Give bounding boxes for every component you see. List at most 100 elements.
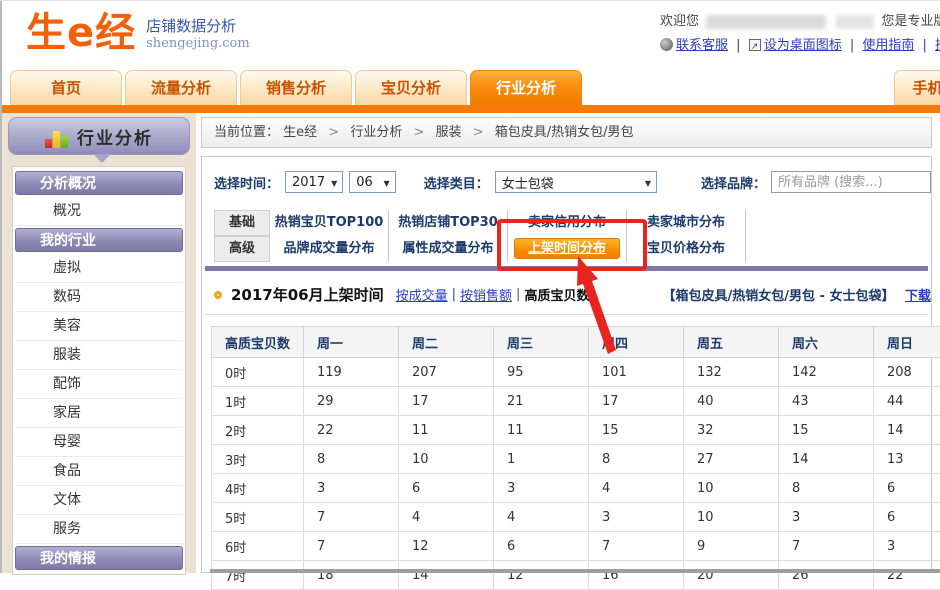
- sidebar-header: 行业分析: [8, 117, 190, 155]
- table-cell: 3: [779, 503, 874, 532]
- chevron-down-icon: [378, 175, 390, 190]
- table-cell: 40: [684, 387, 779, 416]
- table-header-cell: 周五: [684, 327, 779, 358]
- menu-item-seller-city[interactable]: 卖家城市分布: [627, 210, 746, 236]
- table-cell: 21: [494, 387, 589, 416]
- table-cell: 7: [779, 532, 874, 561]
- sidebar-item-culture-sports[interactable]: 文体: [15, 486, 183, 515]
- menu-label-basic: 基础: [214, 210, 270, 236]
- brand-search-input[interactable]: [771, 171, 931, 193]
- by-sales-link[interactable]: 按销售额: [460, 285, 512, 304]
- table-header-cell: 高质宝贝数: [212, 327, 304, 358]
- breadcrumb-separator: >: [473, 125, 484, 140]
- sidebar-item-home[interactable]: 家居: [15, 399, 183, 428]
- censored-username: [706, 15, 826, 29]
- table-cell: 7: [304, 503, 399, 532]
- table-cell: 14: [399, 561, 494, 590]
- guide-link[interactable]: 使用指南: [862, 38, 914, 53]
- menu-item-hot-shops-top30[interactable]: 热销店铺TOP30: [389, 210, 508, 236]
- table-cell: 7: [589, 532, 684, 561]
- tab-sales-analysis[interactable]: 销售分析: [240, 70, 352, 105]
- row-label: 5时: [212, 503, 304, 532]
- separator: |: [923, 38, 927, 53]
- breadcrumb-apparel[interactable]: 服装: [436, 125, 462, 140]
- tab-item-analysis[interactable]: 宝贝分析: [355, 70, 467, 105]
- sidebar-item-mother-baby[interactable]: 母婴: [15, 428, 183, 457]
- sidebar-item-services[interactable]: 服务: [15, 515, 183, 544]
- contact-service-link[interactable]: 联系客服: [676, 38, 728, 53]
- listing-time-active-button[interactable]: 上架时间分布: [514, 238, 620, 259]
- row-label: 3时: [212, 445, 304, 474]
- table-cell: 10: [684, 474, 779, 503]
- table-row: 1时 29 17 21 17 40 43 44: [212, 387, 940, 416]
- table-cell: 132: [684, 358, 779, 387]
- sidebar-section-my-industry[interactable]: 我的行业: [15, 228, 183, 252]
- sidebar-section-my-intel[interactable]: 我的情报: [15, 546, 183, 570]
- table-cell: 12: [494, 561, 589, 590]
- logo-subtitle-block: 店铺数据分析 shengejing.com: [146, 12, 250, 51]
- breadcrumb-separator: >: [414, 125, 425, 140]
- table-cell: 10: [684, 503, 779, 532]
- content-panel: 选择时间： 2017 06 选择类目： 女士包袋 选择品牌： 基础 热销宝贝TO…: [201, 156, 932, 573]
- sidebar-item-virtual[interactable]: 虚拟: [15, 254, 183, 283]
- tab-mobile-taobao[interactable]: 手机淘宝版: [894, 70, 940, 105]
- customer-service-icon: [660, 38, 673, 51]
- sidebar-section-overview[interactable]: 分析概况: [15, 171, 183, 195]
- menu-item-attribute-volume[interactable]: 属性成交量分布: [389, 236, 508, 262]
- table-cell: 101: [589, 358, 684, 387]
- sidebar-item-apparel[interactable]: 服装: [15, 341, 183, 370]
- table-cell: 8: [779, 474, 874, 503]
- welcome-bar: 欢迎您 您是专业版用户: [660, 12, 940, 32]
- category-filter-label: 选择类目：: [424, 173, 489, 192]
- table-cell: 27: [684, 445, 779, 474]
- table-row: 6时 7 12 6 7 9 7 3: [212, 532, 940, 561]
- table-cell: 207: [399, 358, 494, 387]
- menu-item-listing-time[interactable]: 上架时间分布: [508, 236, 627, 262]
- year-select[interactable]: 2017: [285, 171, 343, 193]
- table-cell: 9: [684, 532, 779, 561]
- row-label: 0时: [212, 358, 304, 387]
- sidebar-item-accessories[interactable]: 配饰: [15, 370, 183, 399]
- menu-item-hot-items-top100[interactable]: 热销宝贝TOP100: [270, 210, 389, 236]
- table-cell: 119: [304, 358, 399, 387]
- table-cell: 142: [779, 358, 874, 387]
- title-separator-line: [205, 314, 928, 315]
- sidebar-item-food[interactable]: 食品: [15, 457, 183, 486]
- category-select[interactable]: 女士包袋: [495, 171, 657, 193]
- tab-traffic-analysis[interactable]: 流量分析: [125, 70, 237, 105]
- table-cell: 11: [399, 416, 494, 445]
- menu-item-price-distribution[interactable]: 宝贝价格分布: [627, 236, 746, 262]
- table-row: 5时 7 4 4 3 10 3 6: [212, 503, 940, 532]
- table-cell: 3: [874, 532, 940, 561]
- filter-bar: 选择时间： 2017 06 选择类目： 女士包袋 选择品牌：: [202, 157, 931, 197]
- table-header-row: 高质宝贝数 周一 周二 周三 周四 周五 周六 周日: [212, 327, 940, 358]
- table-cell: 17: [399, 387, 494, 416]
- tab-industry-analysis[interactable]: 行业分析: [470, 70, 582, 105]
- app-logo[interactable]: 生e经 店铺数据分析 shengejing.com: [26, 12, 250, 54]
- month-select[interactable]: 06: [349, 171, 395, 193]
- by-volume-link[interactable]: 按成交量: [396, 285, 448, 304]
- subaccount-link[interactable]: 授权子账号: [935, 38, 940, 53]
- orange-bullet-icon: [214, 291, 222, 299]
- separator: |: [452, 287, 456, 302]
- breadcrumb-industry[interactable]: 行业分析: [350, 125, 402, 140]
- sidebar-item-overview[interactable]: 概况: [15, 197, 183, 226]
- breadcrumb-home[interactable]: 生e经: [283, 125, 317, 140]
- table-row: 7时 18 14 12 16 20 26 22: [212, 561, 940, 590]
- set-desktop-link[interactable]: 设为桌面图标: [764, 38, 842, 53]
- menu-item-brand-volume[interactable]: 品牌成交量分布: [270, 236, 389, 262]
- table-header-cell: 周三: [494, 327, 589, 358]
- table-cell: 6: [874, 503, 940, 532]
- table-cell: 32: [684, 416, 779, 445]
- download-link[interactable]: 下载: [905, 289, 931, 304]
- row-label: 1时: [212, 387, 304, 416]
- table-cell: 20: [684, 561, 779, 590]
- logo-wordmark: 生e经: [26, 12, 136, 54]
- sidebar-item-beauty[interactable]: 美容: [15, 312, 183, 341]
- table-cell: 12: [399, 532, 494, 561]
- menu-item-seller-credit[interactable]: 卖家信用分布: [508, 210, 627, 236]
- sidebar-item-digital[interactable]: 数码: [15, 283, 183, 312]
- menu-row-advanced: 高级 品牌成交量分布 属性成交量分布 上架时间分布 宝贝价格分布: [214, 236, 747, 262]
- tab-home[interactable]: 首页: [10, 70, 122, 105]
- table-cell: 43: [779, 387, 874, 416]
